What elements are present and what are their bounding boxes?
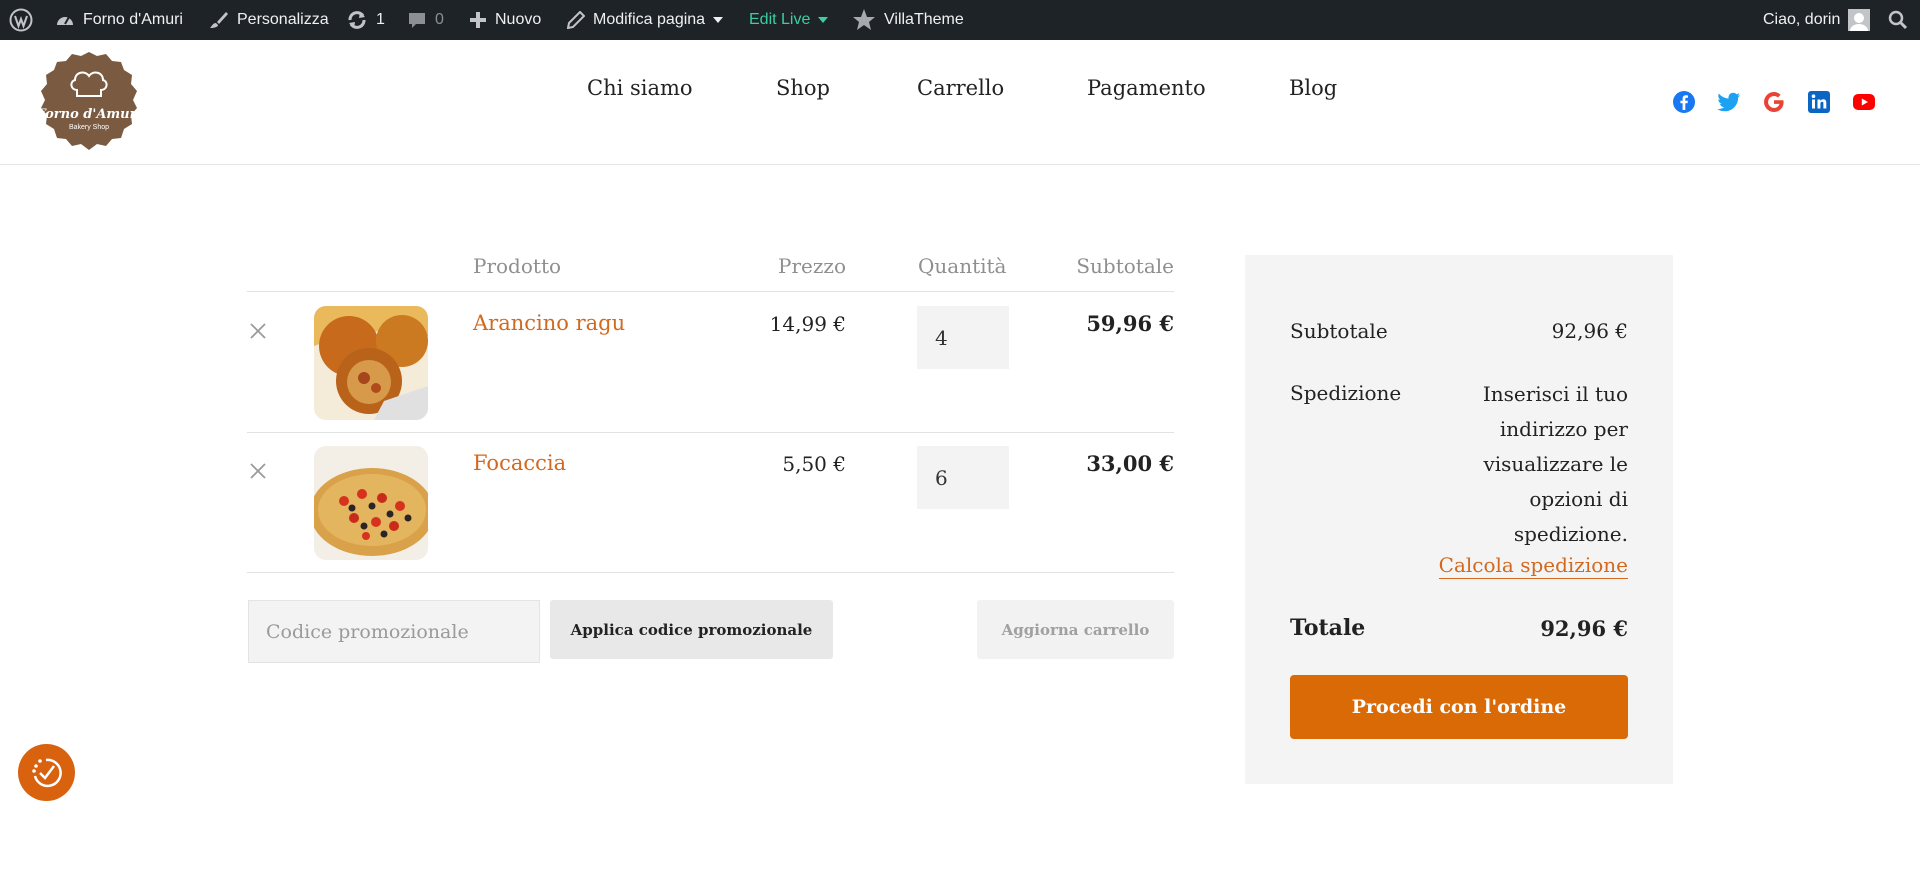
product-thumbnail[interactable]	[314, 446, 428, 560]
proceed-checkout-button[interactable]: Procedi con l'ordine	[1290, 675, 1628, 739]
nav-item-carrello[interactable]: Carrello	[917, 76, 1004, 100]
admin-edit-page[interactable]: Modifica pagina	[567, 0, 724, 40]
comment-icon	[409, 13, 425, 28]
logo-subtext: Bakery Shop	[69, 124, 109, 131]
wordpress-logo-icon[interactable]	[9, 0, 33, 40]
facebook-icon[interactable]	[1672, 90, 1696, 114]
header-price: Prezzo	[778, 254, 846, 278]
checklist-icon	[32, 758, 62, 788]
total-label: Totale	[1290, 615, 1366, 641]
header-product: Prodotto	[473, 254, 562, 278]
product-subtotal: 59,96 €	[1086, 311, 1174, 336]
admin-site-name: Forno d'Amuri	[83, 11, 183, 28]
admin-customize-label: Personalizza	[237, 11, 329, 28]
subtotal-label: Subtotale	[1290, 319, 1388, 343]
nav-item-pagamento[interactable]: Pagamento	[1087, 76, 1206, 100]
floating-helper-button[interactable]	[18, 744, 75, 801]
product-name-link[interactable]: Arancino ragu	[473, 311, 625, 335]
avatar	[1848, 9, 1871, 31]
coupon-input[interactable]	[248, 600, 540, 663]
remove-item-icon[interactable]	[249, 322, 267, 340]
admin-comments[interactable]: 0	[407, 0, 444, 40]
nav-item-chi-siamo[interactable]: Chi siamo	[587, 76, 693, 100]
header-quantity: Quantità	[918, 254, 1007, 278]
search-icon[interactable]	[1888, 0, 1908, 40]
update-cart-button[interactable]: Aggiorna carrello	[977, 600, 1174, 659]
shipping-label: Spedizione	[1290, 381, 1402, 405]
product-name-link[interactable]: Focaccia	[473, 451, 566, 475]
admin-new-label: Nuovo	[495, 11, 542, 28]
admin-greeting: Ciao, dorin	[1763, 11, 1841, 28]
header-subtotal: Subtotale	[1076, 254, 1174, 278]
linkedin-icon[interactable]	[1807, 90, 1831, 114]
admin-villatheme-label: VillaTheme	[884, 11, 964, 28]
caret-down-icon	[713, 17, 724, 23]
brush-icon	[210, 12, 228, 28]
admin-site-menu[interactable]: Forno d'Amuri	[55, 0, 183, 40]
quantity-input[interactable]	[917, 306, 1009, 369]
logo-text: Forno d'Amuri	[37, 107, 141, 122]
admin-new[interactable]: Nuovo	[469, 0, 541, 40]
admin-edit-live[interactable]: Edit Live	[749, 0, 829, 40]
product-price: 14,99 €	[769, 312, 846, 336]
product-subtotal: 33,00 €	[1086, 451, 1174, 476]
calculate-shipping-link[interactable]: Calcola spedizione	[1438, 552, 1628, 579]
dashboard-icon	[57, 16, 73, 25]
site-logo[interactable]: Forno d'Amuri Bakery Shop	[36, 50, 141, 154]
pencil-icon	[567, 11, 585, 29]
divider	[247, 572, 1174, 573]
admin-villatheme[interactable]: VillaTheme	[852, 0, 964, 40]
cart-totals: Subtotale 92,96 € Spedizione Inserisci i…	[1245, 255, 1673, 784]
nav-item-blog[interactable]: Blog	[1289, 76, 1337, 100]
google-icon[interactable]	[1762, 90, 1786, 114]
site-header: Forno d'Amuri Bakery Shop Chi siamo Shop…	[0, 40, 1920, 165]
admin-comments-count: 0	[435, 11, 444, 28]
admin-updates-count: 1	[376, 11, 385, 28]
updates-icon	[348, 11, 366, 29]
admin-bar: Forno d'Amuri Personalizza 1 0 Nuovo Mod…	[0, 0, 1920, 40]
star-icon	[853, 9, 875, 30]
admin-edit-page-label: Modifica pagina	[593, 11, 706, 28]
admin-customize[interactable]: Personalizza	[209, 0, 329, 40]
shipping-info: Inserisci il tuo indirizzo per visualizz…	[1482, 382, 1628, 546]
twitter-icon[interactable]	[1717, 90, 1741, 114]
quantity-input[interactable]	[917, 446, 1009, 509]
product-price: 5,50 €	[782, 452, 846, 476]
subtotal-value: 92,96 €	[1551, 319, 1628, 343]
youtube-icon[interactable]	[1852, 90, 1876, 114]
admin-edit-live-label: Edit Live	[749, 11, 811, 28]
nav-item-shop[interactable]: Shop	[776, 76, 830, 100]
product-thumbnail[interactable]	[314, 306, 428, 420]
caret-down-icon	[818, 17, 829, 23]
divider	[247, 432, 1174, 433]
admin-updates[interactable]: 1	[346, 0, 385, 40]
divider	[247, 291, 1174, 292]
admin-account[interactable]: Ciao, dorin	[1763, 0, 1871, 40]
plus-icon	[470, 12, 486, 28]
total-value: 92,96 €	[1540, 616, 1628, 641]
remove-item-icon[interactable]	[249, 462, 267, 480]
apply-coupon-button[interactable]: Applica codice promozionale	[550, 600, 833, 659]
